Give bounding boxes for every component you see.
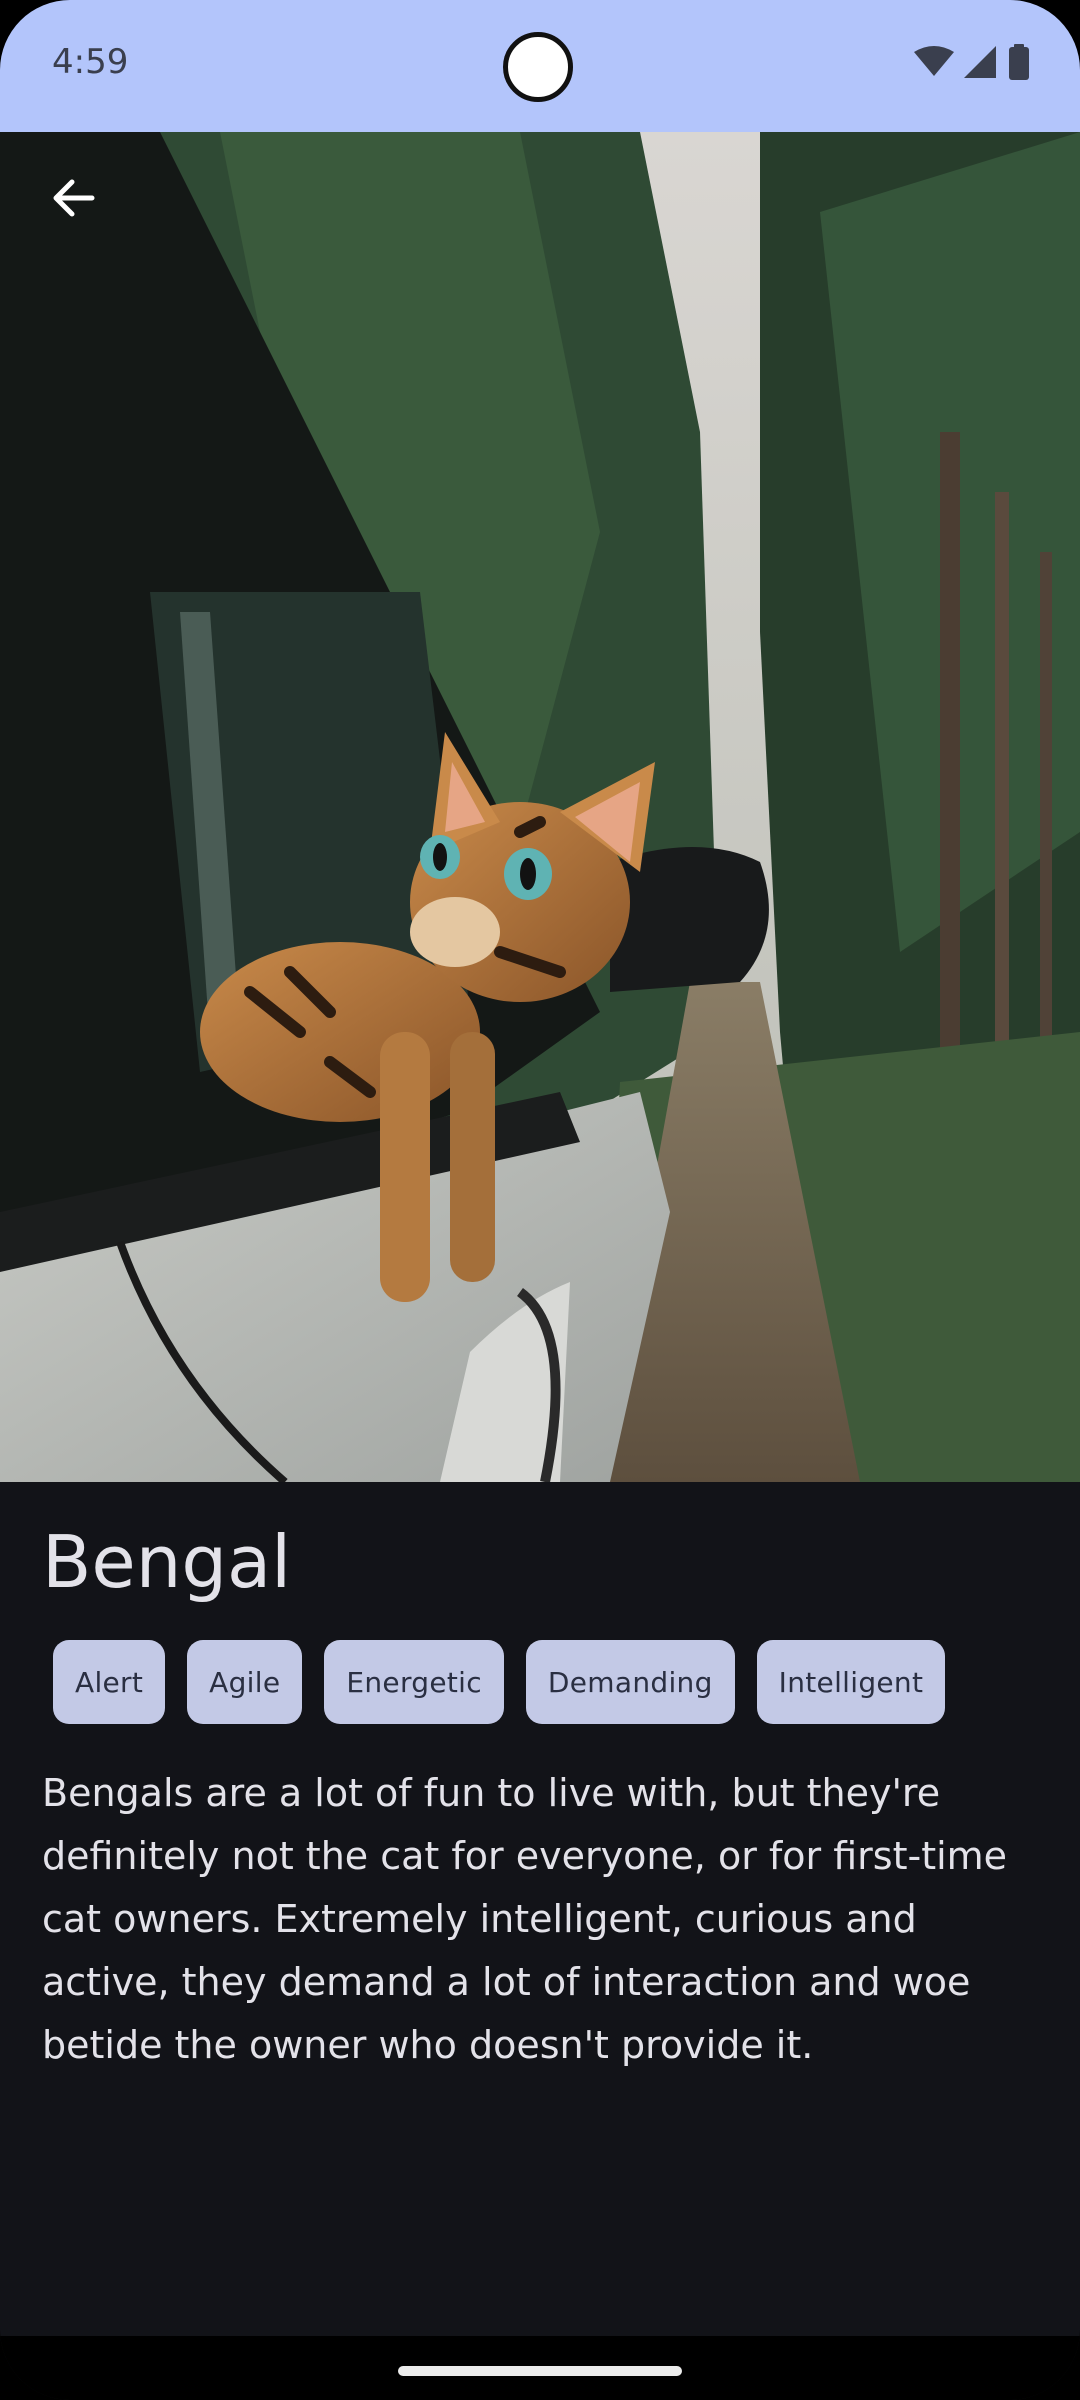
chip-alert[interactable]: Alert xyxy=(53,1640,166,1724)
status-icons xyxy=(914,44,1030,80)
battery-icon xyxy=(1009,44,1029,80)
signal-icon xyxy=(964,46,996,78)
breed-name: Bengal xyxy=(42,1520,292,1604)
temperament-chips: Alert Agile Energetic Demanding Intellig… xyxy=(53,1640,946,1724)
arrow-back-icon xyxy=(53,179,95,217)
chip-intelligent[interactable]: Intelligent xyxy=(756,1640,946,1724)
chip-agile[interactable]: Agile xyxy=(187,1640,303,1724)
back-button[interactable] xyxy=(38,162,110,234)
status-time: 4:59 xyxy=(52,42,129,82)
cat-photo-illustration xyxy=(0,132,1080,1482)
chip-demanding[interactable]: Demanding xyxy=(525,1640,735,1724)
status-bar: 4:59 xyxy=(0,0,1080,132)
app-screen: 4:59 Bengal Alert Agile Energetic Demand… xyxy=(0,0,1080,2400)
home-gesture-handle[interactable] xyxy=(398,2366,682,2376)
breed-description: Bengals are a lot of fun to live with, b… xyxy=(42,1771,1008,2067)
wifi-icon xyxy=(914,46,954,76)
camera-cutout xyxy=(503,32,573,102)
chip-energetic[interactable]: Energetic xyxy=(324,1640,504,1724)
cat-photo xyxy=(0,132,1080,1482)
